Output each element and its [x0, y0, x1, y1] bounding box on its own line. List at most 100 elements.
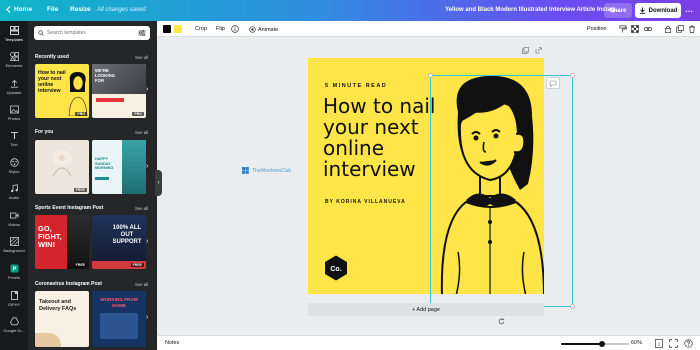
template-thumb-sport-1[interactable]: GO, FIGHT, WIN! FREE: [35, 215, 89, 269]
selection-box[interactable]: [428, 73, 575, 309]
next-arrow-icon[interactable]: ›: [146, 314, 148, 321]
zoom-level[interactable]: 60%: [631, 340, 642, 346]
page-count-icon[interactable]: 1: [655, 339, 663, 348]
filter-icon[interactable]: [138, 29, 146, 37]
rail-item-google-drive[interactable]: Google Dr...: [0, 317, 28, 333]
template-thumb-recent-2[interactable]: WE'RE LOOKING FOR PRO: [92, 64, 146, 118]
bottom-bar: Notes 60% 1: [157, 335, 700, 350]
rail-label: Background: [3, 248, 25, 253]
template-thumb-foryou-2[interactable]: HAPPY SUNDAY MORNING: [92, 140, 146, 194]
thumb-photo: [67, 215, 89, 269]
document-title[interactable]: Yellow and Black Modern Illustrated Inte…: [445, 7, 620, 13]
see-all-link[interactable]: See all: [135, 55, 148, 60]
resize-handle[interactable]: [570, 73, 575, 78]
duplicate-page-icon[interactable]: [522, 47, 529, 54]
add-page-button[interactable]: + Add page: [308, 303, 544, 316]
rail-label: Pexels: [7, 275, 20, 280]
section-title: For you: [35, 129, 54, 135]
template-search[interactable]: [34, 26, 150, 40]
position-button[interactable]: Position: [587, 26, 607, 32]
rail-label: Styles: [8, 169, 20, 174]
home-label: Home: [14, 6, 33, 13]
resize-button[interactable]: Resize: [70, 6, 91, 13]
color-swatch-yellow[interactable]: [174, 25, 182, 33]
zoom-slider-handle[interactable]: [598, 341, 605, 347]
thumb-text: WORKING FROM HOME: [100, 297, 138, 308]
rail-item-photos[interactable]: Photos: [0, 105, 28, 121]
lock-icon[interactable]: [664, 25, 672, 33]
rail-item-giphy[interactable]: GIPHY: [0, 291, 28, 307]
expand-page-icon[interactable]: [535, 47, 542, 54]
rail-item-background[interactable]: Background: [0, 237, 28, 253]
position-label: Position: [587, 26, 607, 32]
flip-label: Flip: [216, 26, 225, 32]
transparency-icon[interactable]: [631, 25, 639, 33]
paint-roller-icon[interactable]: [619, 25, 627, 33]
template-thumb-corona-2[interactable]: WORKING FROM HOME: [92, 291, 146, 347]
notes-button[interactable]: Notes: [165, 340, 179, 346]
thumb-text: GO, FIGHT, WIN!: [38, 224, 62, 249]
duplicate-icon[interactable]: [676, 25, 684, 33]
rail-item-templates[interactable]: Templates: [0, 26, 28, 42]
share-button[interactable]: Share: [604, 3, 632, 18]
add-comment-button[interactable]: [546, 77, 560, 89]
rail-label: Videos: [7, 222, 21, 227]
more-options-button[interactable]: …: [685, 5, 693, 14]
zoom-slider[interactable]: [561, 341, 629, 347]
animate-icon: [249, 26, 256, 33]
rail-label: Uploads: [6, 90, 22, 95]
giphy-icon: [10, 291, 18, 300]
see-all-link[interactable]: See all: [135, 130, 148, 135]
link-icon[interactable]: [644, 25, 652, 33]
pro-badge: PRO: [132, 112, 144, 116]
animate-button[interactable]: Animate: [249, 26, 278, 33]
animate-label: Animate: [258, 26, 279, 33]
see-all-link[interactable]: See all: [135, 206, 148, 211]
template-thumb-foryou-1[interactable]: FREE: [35, 140, 89, 194]
see-all-link[interactable]: See all: [135, 282, 148, 287]
rail-label: Google Dr...: [3, 328, 25, 333]
rail-item-elements[interactable]: Elements: [0, 52, 28, 68]
crop-button[interactable]: Crop: [195, 26, 207, 32]
rail-item-text[interactable]: Text: [0, 131, 28, 147]
next-arrow-icon[interactable]: ›: [146, 238, 148, 245]
resize-handle[interactable]: [428, 73, 433, 78]
info-icon[interactable]: [231, 25, 239, 33]
template-thumb-corona-1[interactable]: Takeout and Delivery FAQs: [35, 291, 89, 347]
thumb-text: How to nail your next online interview: [38, 70, 66, 94]
collapse-panel-button[interactable]: ‹: [155, 170, 162, 196]
left-rail: Templates Elements Uploads Photos Text S…: [0, 21, 28, 350]
next-arrow-icon[interactable]: ›: [146, 86, 148, 93]
trash-icon[interactable]: [688, 25, 696, 33]
rail-item-videos[interactable]: Videos: [0, 211, 28, 227]
chevron-left-icon: [6, 6, 11, 13]
rotate-handle-icon[interactable]: [498, 318, 505, 325]
template-thumb-sport-2[interactable]: 100% ALL OUT SUPPORT FREE: [92, 215, 146, 269]
file-menu-button[interactable]: File: [47, 6, 58, 13]
template-thumb-recent-1[interactable]: How to nail your next online interview P…: [35, 64, 89, 118]
editor-toolbar: Crop Flip Animate Position: [157, 21, 700, 37]
rail-label: Photos: [7, 116, 21, 121]
help-icon[interactable]: [684, 339, 693, 348]
company-logo[interactable]: Co.: [324, 255, 348, 281]
color-swatch-black[interactable]: [163, 25, 171, 33]
section-title: Coronavirus Instagram Post: [35, 281, 102, 287]
rail-label: Templates: [4, 37, 24, 42]
resize-handle[interactable]: [570, 304, 575, 309]
download-button[interactable]: Download: [635, 3, 681, 18]
flip-button[interactable]: Flip: [216, 26, 225, 32]
rail-item-pexels[interactable]: P Pexels: [0, 264, 28, 280]
kicker-text[interactable]: 5 MINUTE READ: [325, 83, 387, 89]
search-input[interactable]: [47, 30, 127, 36]
home-button[interactable]: Home: [6, 6, 32, 13]
watermark: TheWindowsClub: [242, 167, 291, 174]
resize-label: Resize: [70, 6, 91, 13]
rail-item-uploads[interactable]: Uploads: [0, 79, 28, 95]
thumb-accent: [35, 333, 61, 347]
rail-item-styles[interactable]: Styles: [0, 158, 28, 174]
fullscreen-icon[interactable]: [669, 339, 678, 348]
woman-illustration: [68, 72, 88, 116]
next-arrow-icon[interactable]: ›: [146, 163, 148, 170]
rail-item-audio[interactable]: Audio: [0, 184, 28, 200]
byline-text[interactable]: BY KORINA VILLANUEVA: [325, 199, 406, 205]
